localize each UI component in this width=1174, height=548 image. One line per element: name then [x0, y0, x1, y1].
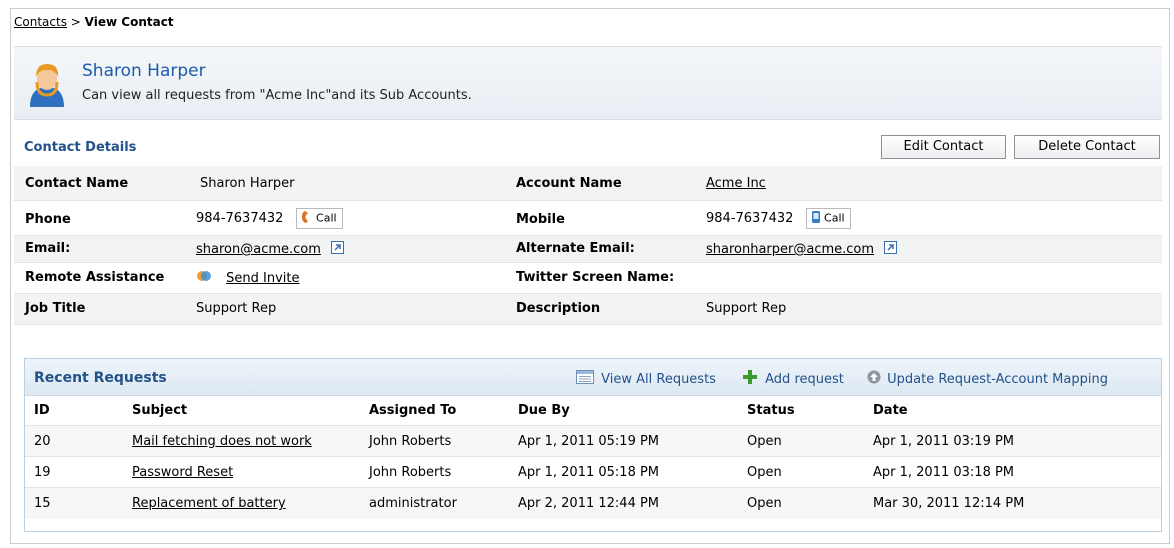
update-mapping-link[interactable]: Update Request-Account Mapping [867, 370, 1108, 388]
contact-name-value: Sharon Harper [200, 176, 295, 191]
column-header-due-by: Due By [518, 403, 570, 418]
breadcrumb-contacts-link[interactable]: Contacts [14, 15, 67, 29]
requests-table-header: ID Subject Assigned To Due By Status Dat… [25, 395, 1161, 425]
user-avatar-icon [26, 57, 68, 107]
update-mapping-label: Update Request-Account Mapping [887, 371, 1108, 387]
description-label: Description [516, 301, 601, 316]
request-subject-link[interactable]: Mail fetching does not work [132, 434, 312, 449]
mobile-value: 984-7637432 [706, 211, 794, 226]
table-row[interactable]: 19 Password Reset John Roberts Apr 1, 20… [25, 456, 1161, 488]
email-external-icon[interactable] [331, 241, 345, 258]
mobile-label: Mobile [516, 212, 565, 227]
job-title-value: Support Rep [196, 301, 277, 316]
request-subject-link[interactable]: Password Reset [132, 465, 233, 480]
phone-label: Phone [25, 212, 71, 227]
recent-requests-panel: Recent Requests View All Requests Add re… [24, 358, 1162, 532]
request-date: Mar 30, 2011 12:14 PM [873, 496, 1025, 511]
edit-contact-button[interactable]: Edit Contact [881, 135, 1006, 159]
detail-row-remote: Remote Assistance Send Invite Twitter Sc… [14, 263, 1162, 294]
phone-call-label: Call [316, 211, 337, 225]
request-assigned-to: administrator [369, 496, 457, 511]
column-header-assigned-to: Assigned To [369, 403, 457, 418]
recent-requests-header: Recent Requests View All Requests Add re… [25, 359, 1161, 396]
contact-name-heading: Sharon Harper [82, 61, 206, 81]
alternate-email-label: Alternate Email: [516, 241, 635, 256]
breadcrumb-current: View Contact [84, 15, 174, 29]
column-header-date: Date [873, 403, 908, 418]
delete-contact-button[interactable]: Delete Contact [1014, 135, 1160, 159]
contact-scope-text: Can view all requests from "Acme Inc"and… [82, 88, 472, 103]
description-value: Support Rep [706, 301, 787, 316]
breadcrumb-separator: > [70, 15, 81, 29]
alternate-email-link[interactable]: sharonharper@acme.com [706, 242, 874, 257]
table-row[interactable]: 20 Mail fetching does not work John Robe… [25, 425, 1161, 457]
column-header-status: Status [747, 403, 795, 418]
account-name-label: Account Name [516, 176, 622, 191]
email-link[interactable]: sharon@acme.com [196, 242, 321, 257]
request-assigned-to: John Roberts [369, 465, 452, 480]
email-label: Email: [25, 241, 71, 256]
request-assigned-to: John Roberts [369, 434, 452, 449]
request-date: Apr 1, 2011 03:19 PM [873, 434, 1015, 449]
add-plus-icon [743, 370, 757, 388]
request-subject-link[interactable]: Replacement of battery [132, 496, 286, 511]
phone-handset-icon [301, 210, 313, 227]
send-invite-link[interactable]: Send Invite [226, 271, 299, 286]
detail-row-phone: Phone 984-7637432 Call Mobile 984-763743… [14, 201, 1162, 236]
view-all-requests-label: View All Requests [601, 371, 716, 387]
detail-row-name: Contact Name Sharon Harper Account Name … [14, 166, 1162, 201]
detail-row-job: Job Title Support Rep Description Suppor… [14, 294, 1162, 325]
request-id: 19 [34, 465, 51, 480]
breadcrumb: Contacts > View Contact [14, 15, 174, 29]
request-date: Apr 1, 2011 03:18 PM [873, 465, 1015, 480]
mobile-call-button[interactable]: Call [805, 208, 851, 229]
contact-details-title: Contact Details [24, 140, 137, 155]
phone-call-button[interactable]: Call [295, 208, 343, 229]
request-due-by: Apr 2, 2011 12:44 PM [518, 496, 660, 511]
remote-assistance-icon [196, 269, 212, 287]
request-due-by: Apr 1, 2011 05:18 PM [518, 465, 660, 480]
remote-assistance-label: Remote Assistance [25, 270, 165, 285]
view-all-requests-link[interactable]: View All Requests [576, 370, 716, 388]
request-status: Open [747, 434, 782, 449]
contact-details-table: Contact Name Sharon Harper Account Name … [14, 166, 1162, 325]
alternate-email-external-icon[interactable] [884, 241, 898, 258]
column-header-subject: Subject [132, 403, 188, 418]
account-name-link[interactable]: Acme Inc [706, 176, 766, 191]
job-title-label: Job Title [25, 301, 86, 316]
update-arrow-icon [867, 370, 881, 388]
request-status: Open [747, 465, 782, 480]
add-request-label: Add request [765, 371, 844, 387]
contact-header: Sharon Harper Can view all requests from… [14, 46, 1162, 120]
table-row[interactable]: 15 Replacement of battery administrator … [25, 487, 1161, 519]
column-header-id: ID [34, 403, 50, 418]
add-request-link[interactable]: Add request [743, 370, 844, 388]
mobile-call-label: Call [824, 211, 845, 225]
request-id: 20 [34, 434, 51, 449]
request-id: 15 [34, 496, 51, 511]
recent-requests-title: Recent Requests [34, 370, 167, 386]
twitter-screen-name-label: Twitter Screen Name: [516, 270, 675, 285]
request-due-by: Apr 1, 2011 05:19 PM [518, 434, 660, 449]
contact-name-label: Contact Name [25, 176, 129, 191]
mobile-phone-icon [811, 210, 821, 227]
list-view-icon [576, 370, 594, 388]
request-status: Open [747, 496, 782, 511]
detail-row-email: Email: sharon@acme.com Alternate Email: … [14, 236, 1162, 263]
phone-value: 984-7637432 [196, 211, 284, 226]
